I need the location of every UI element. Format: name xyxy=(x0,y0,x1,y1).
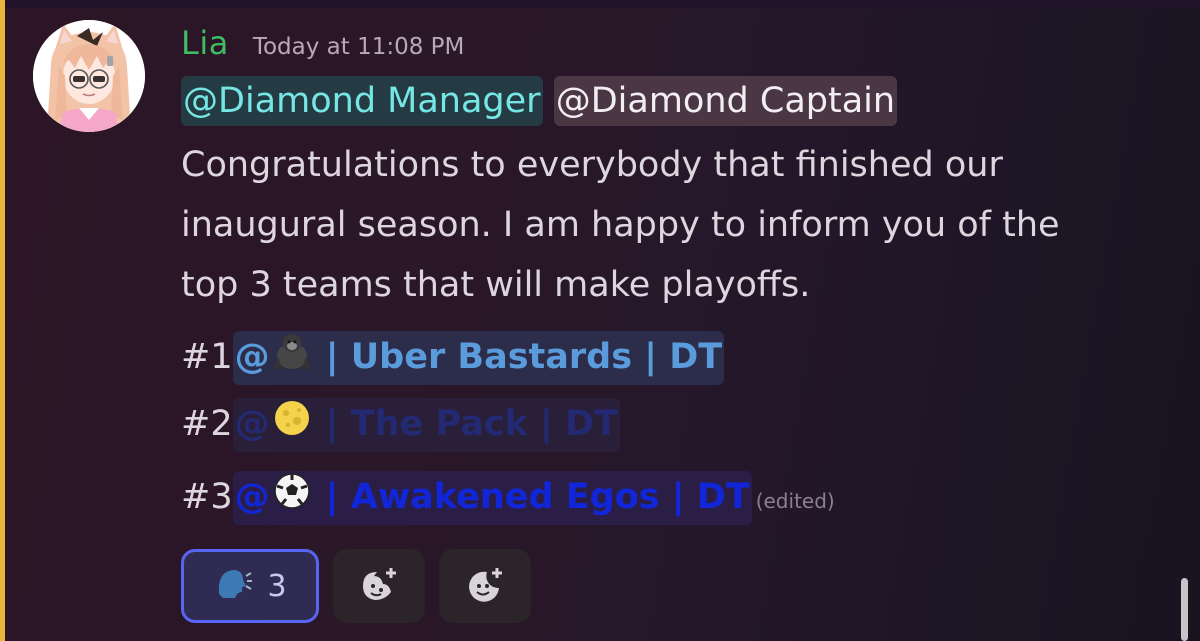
message-text-line: top 3 teams that will make playoffs. xyxy=(181,265,811,305)
ranking-row-3: #3@ | Awakened Egos | DT (edited) xyxy=(181,471,835,525)
message-text-line: Congratulations to everybody that finish… xyxy=(181,145,1003,185)
speaking-head-icon xyxy=(213,564,253,608)
role-mention-awakened-egos[interactable]: @ | Awakened Egos | DT xyxy=(232,471,752,525)
role-name: | The Pack | DT xyxy=(313,404,618,444)
mention-diamond-manager[interactable]: @Diamond Manager xyxy=(181,76,543,126)
add-reaction-icon xyxy=(465,564,505,608)
message-text-line: inaugural season. I am happy to inform y… xyxy=(181,205,1060,245)
role-name: | Uber Bastards | DT xyxy=(313,337,723,377)
reaction-speaking-head[interactable]: 3 xyxy=(181,549,319,623)
add-reaction-button[interactable] xyxy=(439,549,531,623)
mention-highlight-bar xyxy=(0,0,5,641)
top-strip xyxy=(0,0,1200,8)
add-super-reaction-button[interactable] xyxy=(333,549,425,623)
message-header: Lia Today at 11:08 PM xyxy=(181,24,464,68)
rank-label: #1 xyxy=(181,337,233,377)
timestamp[interactable]: Today at 11:08 PM xyxy=(253,34,465,60)
author-name[interactable]: Lia xyxy=(181,24,229,62)
rank-label: #3 xyxy=(181,477,233,517)
avatar[interactable] xyxy=(33,20,145,132)
mention-diamond-captain[interactable]: @Diamond Captain xyxy=(553,76,898,126)
reactions-bar: 3 xyxy=(181,549,531,623)
full-moon-icon xyxy=(272,398,312,452)
at-sign: @ xyxy=(234,337,270,377)
reaction-count: 3 xyxy=(267,568,287,604)
ranking-row-1: #1@ | Uber Bastards | DT xyxy=(181,331,725,385)
role-name: | Awakened Egos | DT xyxy=(313,477,750,517)
mention-line: @Diamond Manager @Diamond Captain xyxy=(181,76,898,126)
gorilla-icon xyxy=(272,331,312,385)
soccer-ball-icon xyxy=(272,471,312,525)
edited-label: (edited) xyxy=(755,489,835,513)
at-sign: @ xyxy=(234,404,270,444)
scrollbar-thumb[interactable] xyxy=(1181,578,1188,641)
rank-label: #2 xyxy=(181,404,233,444)
add-super-reaction-icon xyxy=(359,564,399,608)
ranking-row-2: #2@ | The Pack | DT xyxy=(181,398,620,452)
at-sign: @ xyxy=(234,477,270,517)
role-mention-uber-bastards[interactable]: @ | Uber Bastards | DT xyxy=(232,331,725,385)
role-mention-the-pack[interactable]: @ | The Pack | DT xyxy=(232,398,620,452)
